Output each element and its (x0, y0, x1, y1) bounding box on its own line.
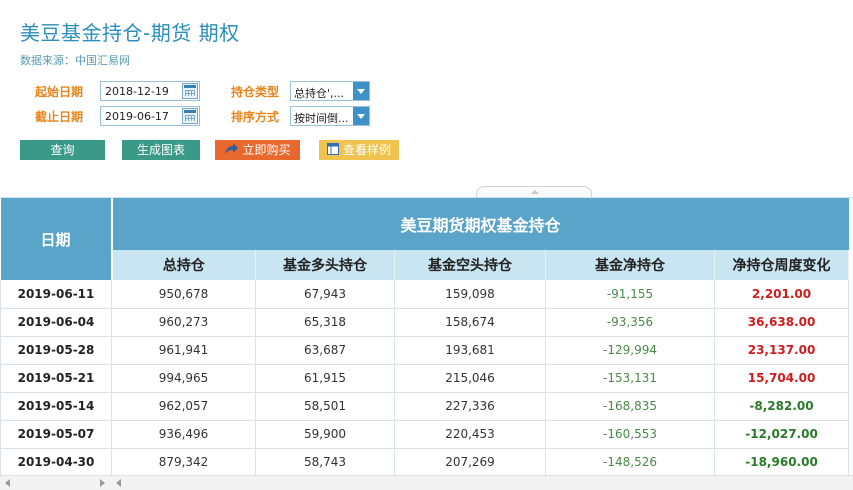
long-cell: 63,687 (255, 336, 395, 365)
column-header-net: 基金净持仓 (545, 250, 715, 280)
short-cell: 220,453 (394, 420, 546, 449)
column-header-total: 总持仓 (111, 250, 256, 280)
end-date-input[interactable]: 2019-06-17 (100, 106, 200, 126)
start-date-value: 2018-12-19 (105, 85, 169, 98)
start-date-input[interactable]: 2018-12-19 (100, 81, 200, 101)
sort-order-value: 按时间倒... (294, 112, 349, 125)
long-cell: 61,915 (255, 364, 395, 393)
position-type-label: 持仓类型 (231, 85, 280, 99)
net-cell: -168,835 (545, 392, 715, 421)
net-cell: -160,553 (545, 420, 715, 449)
start-date-label: 起始日期 (35, 85, 84, 99)
table-row: 2019-06-11 950,678 67,943 159,098 -91,155 2,2… (0, 280, 850, 309)
table-row: 2019-06-04 960,273 65,318 158,674 -93,356 36,… (0, 308, 850, 337)
short-cell: 215,046 (394, 364, 546, 393)
long-cell: 58,501 (255, 392, 395, 421)
long-cell: 58,743 (255, 448, 395, 476)
table-icon (326, 141, 339, 161)
scroll-left-icon[interactable] (116, 479, 121, 487)
query-button[interactable]: 查询 (20, 140, 105, 160)
table-row: 2019-05-14 962,057 58,501 227,336 -168,835 -8… (0, 392, 850, 421)
net-cell: -129,994 (545, 336, 715, 365)
table-row: 2019-05-28 961,941 63,687 193,681 -129,994 23… (0, 336, 850, 365)
date-cell: 2019-05-07 (0, 420, 112, 449)
data-table-container: 日期 美豆期货期权基金持仓 总持仓 基金多头持仓 基金空头持仓 基金净持仓 净持… (0, 197, 853, 476)
short-cell: 193,681 (394, 336, 546, 365)
short-cell: 159,098 (394, 280, 546, 309)
generate-chart-label: 生成图表 (136, 143, 185, 157)
data-source: 数据来源：中国汇易网 (20, 54, 130, 67)
scroll-right-icon[interactable] (100, 479, 105, 487)
column-header-weekly-change: 净持仓周度变化 (714, 250, 850, 280)
chevron-down-icon[interactable] (353, 107, 369, 125)
position-type-select[interactable]: 总持仓',... (290, 81, 370, 101)
view-example-button[interactable]: 查看样例 (319, 140, 399, 160)
total-cell: 879,342 (111, 448, 256, 476)
column-header-long: 基金多头持仓 (255, 250, 395, 280)
share-arrow-icon (224, 141, 239, 161)
total-cell: 936,496 (111, 420, 256, 449)
buy-now-button[interactable]: 立即购买 (215, 140, 300, 160)
query-button-label: 查询 (50, 143, 75, 157)
long-cell: 59,900 (255, 420, 395, 449)
table-row: 2019-05-07 936,496 59,900 220,453 -160,553 -1… (0, 420, 850, 449)
date-cell: 2019-05-14 (0, 392, 112, 421)
weekly-change-cell: -8,282.00 (714, 392, 850, 421)
sort-order-label: 排序方式 (231, 110, 280, 124)
date-cell: 2019-06-04 (0, 308, 112, 337)
weekly-change-cell: 36,638.00 (714, 308, 850, 337)
end-date-label: 截止日期 (35, 110, 84, 124)
short-cell: 207,269 (394, 448, 546, 476)
chevron-down-icon[interactable] (353, 82, 369, 100)
buy-now-label: 立即购买 (242, 143, 291, 157)
fund-position-table: 日期 美豆期货期权基金持仓 总持仓 基金多头持仓 基金空头持仓 基金净持仓 净持… (0, 198, 850, 476)
date-cell: 2019-05-28 (0, 336, 112, 365)
total-cell: 960,273 (111, 308, 256, 337)
short-cell: 227,336 (394, 392, 546, 421)
table-row: 2019-04-30 879,342 58,743 207,269 -148,526 -1… (0, 448, 850, 476)
weekly-change-cell: 2,201.00 (714, 280, 850, 309)
net-cell: -91,155 (545, 280, 715, 309)
calendar-icon[interactable] (182, 108, 198, 124)
total-cell: 950,678 (111, 280, 256, 309)
column-header-short: 基金空头持仓 (394, 250, 546, 280)
sort-order-select[interactable]: 按时间倒... (290, 106, 370, 126)
weekly-change-cell: 15,704.00 (714, 364, 850, 393)
date-cell: 2019-04-30 (0, 448, 112, 476)
end-date-value: 2019-06-17 (105, 110, 169, 123)
weekly-change-cell: 23,137.00 (714, 336, 850, 365)
total-cell: 962,057 (111, 392, 256, 421)
net-cell: -153,131 (545, 364, 715, 393)
collapse-handle[interactable] (476, 186, 592, 197)
page-title: 美豆基金持仓-期货 期权 (20, 21, 240, 45)
date-cell: 2019-06-11 (0, 280, 112, 309)
table-row: 2019-05-21 994,965 61,915 215,046 -153,131 15… (0, 364, 850, 393)
total-cell: 994,965 (111, 364, 256, 393)
calendar-icon[interactable] (182, 83, 198, 99)
long-cell: 65,318 (255, 308, 395, 337)
net-cell: -148,526 (545, 448, 715, 476)
horizontal-scrollbar[interactable] (0, 475, 853, 490)
short-cell: 158,674 (394, 308, 546, 337)
weekly-change-cell: -18,960.00 (714, 448, 850, 476)
total-cell: 961,941 (111, 336, 256, 365)
generate-chart-button[interactable]: 生成图表 (122, 140, 200, 160)
scroll-left-icon[interactable] (5, 479, 10, 487)
table-group-header: 美豆期货期权基金持仓 (111, 198, 849, 250)
long-cell: 67,943 (255, 280, 395, 309)
date-cell: 2019-05-21 (0, 364, 112, 393)
net-cell: -93,356 (545, 308, 715, 337)
position-type-value: 总持仓',... (294, 87, 345, 100)
view-example-label: 查看样例 (342, 143, 391, 157)
weekly-change-cell: -12,027.00 (714, 420, 850, 449)
date-column-header: 日期 (0, 198, 113, 280)
